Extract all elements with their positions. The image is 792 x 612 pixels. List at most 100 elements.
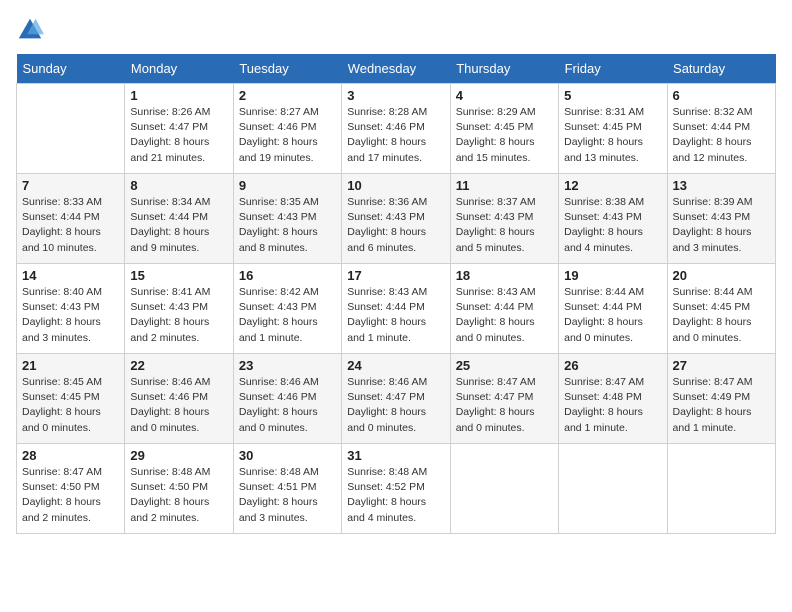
header-day: Friday: [559, 54, 667, 84]
logo-icon: [16, 16, 44, 44]
day-info: Sunrise: 8:48 AM Sunset: 4:52 PM Dayligh…: [347, 465, 444, 526]
day-number: 25: [456, 358, 553, 373]
day-info: Sunrise: 8:46 AM Sunset: 4:46 PM Dayligh…: [130, 375, 227, 436]
day-info: Sunrise: 8:27 AM Sunset: 4:46 PM Dayligh…: [239, 105, 336, 166]
day-info: Sunrise: 8:39 AM Sunset: 4:43 PM Dayligh…: [673, 195, 770, 256]
calendar-cell: 13 Sunrise: 8:39 AM Sunset: 4:43 PM Dayli…: [667, 174, 775, 264]
day-info: Sunrise: 8:46 AM Sunset: 4:47 PM Dayligh…: [347, 375, 444, 436]
calendar-cell: 29 Sunrise: 8:48 AM Sunset: 4:50 PM Dayli…: [125, 444, 233, 534]
day-info: Sunrise: 8:34 AM Sunset: 4:44 PM Dayligh…: [130, 195, 227, 256]
calendar-table: SundayMondayTuesdayWednesdayThursdayFrid…: [16, 54, 776, 534]
day-number: 17: [347, 268, 444, 283]
calendar-cell: 14 Sunrise: 8:40 AM Sunset: 4:43 PM Dayli…: [17, 264, 125, 354]
header-day: Wednesday: [342, 54, 450, 84]
calendar-cell: 2 Sunrise: 8:27 AM Sunset: 4:46 PM Daylig…: [233, 84, 341, 174]
calendar-cell: [667, 444, 775, 534]
calendar-week: 1 Sunrise: 8:26 AM Sunset: 4:47 PM Daylig…: [17, 84, 776, 174]
calendar-cell: 8Sunrise: 8:34 AM Sunset: 4:44 PM Daylig…: [125, 174, 233, 264]
calendar-cell: 6 Sunrise: 8:32 AM Sunset: 4:44 PM Daylig…: [667, 84, 775, 174]
day-info: Sunrise: 8:42 AM Sunset: 4:43 PM Dayligh…: [239, 285, 336, 346]
day-info: Sunrise: 8:36 AM Sunset: 4:43 PM Dayligh…: [347, 195, 444, 256]
calendar-cell: 15Sunrise: 8:41 AM Sunset: 4:43 PM Dayli…: [125, 264, 233, 354]
day-number: 24: [347, 358, 444, 373]
day-number: 10: [347, 178, 444, 193]
day-info: Sunrise: 8:47 AM Sunset: 4:50 PM Dayligh…: [22, 465, 119, 526]
calendar-cell: 5 Sunrise: 8:31 AM Sunset: 4:45 PM Daylig…: [559, 84, 667, 174]
day-info: Sunrise: 8:29 AM Sunset: 4:45 PM Dayligh…: [456, 105, 553, 166]
calendar-cell: 31 Sunrise: 8:48 AM Sunset: 4:52 PM Dayli…: [342, 444, 450, 534]
day-number: 16: [239, 268, 336, 283]
day-info: Sunrise: 8:48 AM Sunset: 4:51 PM Dayligh…: [239, 465, 336, 526]
calendar-cell: [450, 444, 558, 534]
calendar-cell: 18Sunrise: 8:43 AM Sunset: 4:44 PM Dayli…: [450, 264, 558, 354]
day-info: Sunrise: 8:37 AM Sunset: 4:43 PM Dayligh…: [456, 195, 553, 256]
day-number: 2: [239, 88, 336, 103]
day-number: 19: [564, 268, 661, 283]
day-info: Sunrise: 8:48 AM Sunset: 4:50 PM Dayligh…: [130, 465, 227, 526]
header-day: Monday: [125, 54, 233, 84]
day-number: 6: [673, 88, 770, 103]
header-day: Sunday: [17, 54, 125, 84]
day-info: Sunrise: 8:32 AM Sunset: 4:44 PM Dayligh…: [673, 105, 770, 166]
day-number: 13: [673, 178, 770, 193]
day-number: 15: [130, 268, 227, 283]
day-number: 11: [456, 178, 553, 193]
day-number: 31: [347, 448, 444, 463]
calendar-cell: 28Sunrise: 8:47 AM Sunset: 4:50 PM Dayli…: [17, 444, 125, 534]
day-info: Sunrise: 8:38 AM Sunset: 4:43 PM Dayligh…: [564, 195, 661, 256]
calendar-cell: 22 Sunrise: 8:46 AM Sunset: 4:46 PM Dayli…: [125, 354, 233, 444]
day-info: Sunrise: 8:28 AM Sunset: 4:46 PM Dayligh…: [347, 105, 444, 166]
day-number: 27: [673, 358, 770, 373]
day-number: 1: [130, 88, 227, 103]
day-info: Sunrise: 8:43 AM Sunset: 4:44 PM Dayligh…: [347, 285, 444, 346]
calendar-cell: 26 Sunrise: 8:47 AM Sunset: 4:48 PM Dayli…: [559, 354, 667, 444]
day-number: 21: [22, 358, 119, 373]
day-info: Sunrise: 8:33 AM Sunset: 4:44 PM Dayligh…: [22, 195, 119, 256]
day-number: 30: [239, 448, 336, 463]
calendar-week: 14 Sunrise: 8:40 AM Sunset: 4:43 PM Dayli…: [17, 264, 776, 354]
header-row: SundayMondayTuesdayWednesdayThursdayFrid…: [17, 54, 776, 84]
day-info: Sunrise: 8:47 AM Sunset: 4:49 PM Dayligh…: [673, 375, 770, 436]
day-number: 22: [130, 358, 227, 373]
calendar-cell: 23 Sunrise: 8:46 AM Sunset: 4:46 PM Dayli…: [233, 354, 341, 444]
calendar-cell: [559, 444, 667, 534]
day-info: Sunrise: 8:35 AM Sunset: 4:43 PM Dayligh…: [239, 195, 336, 256]
calendar-cell: 27 Sunrise: 8:47 AM Sunset: 4:49 PM Dayli…: [667, 354, 775, 444]
calendar-cell: 4Sunrise: 8:29 AM Sunset: 4:45 PM Daylig…: [450, 84, 558, 174]
day-info: Sunrise: 8:40 AM Sunset: 4:43 PM Dayligh…: [22, 285, 119, 346]
calendar-week: 7 Sunrise: 8:33 AM Sunset: 4:44 PM Daylig…: [17, 174, 776, 264]
day-number: 3: [347, 88, 444, 103]
day-number: 5: [564, 88, 661, 103]
day-info: Sunrise: 8:45 AM Sunset: 4:45 PM Dayligh…: [22, 375, 119, 436]
calendar-cell: 10 Sunrise: 8:36 AM Sunset: 4:43 PM Dayli…: [342, 174, 450, 264]
day-number: 12: [564, 178, 661, 193]
day-number: 14: [22, 268, 119, 283]
calendar-week: 28Sunrise: 8:47 AM Sunset: 4:50 PM Dayli…: [17, 444, 776, 534]
day-number: 18: [456, 268, 553, 283]
page-header: [16, 16, 776, 44]
day-number: 29: [130, 448, 227, 463]
calendar-cell: 16 Sunrise: 8:42 AM Sunset: 4:43 PM Dayli…: [233, 264, 341, 354]
calendar-cell: 1 Sunrise: 8:26 AM Sunset: 4:47 PM Daylig…: [125, 84, 233, 174]
day-info: Sunrise: 8:44 AM Sunset: 4:44 PM Dayligh…: [564, 285, 661, 346]
day-info: Sunrise: 8:46 AM Sunset: 4:46 PM Dayligh…: [239, 375, 336, 436]
day-info: Sunrise: 8:26 AM Sunset: 4:47 PM Dayligh…: [130, 105, 227, 166]
header-day: Tuesday: [233, 54, 341, 84]
calendar-cell: 3 Sunrise: 8:28 AM Sunset: 4:46 PM Daylig…: [342, 84, 450, 174]
calendar-cell: 7 Sunrise: 8:33 AM Sunset: 4:44 PM Daylig…: [17, 174, 125, 264]
day-number: 7: [22, 178, 119, 193]
header-day: Thursday: [450, 54, 558, 84]
logo: [16, 16, 48, 44]
day-info: Sunrise: 8:44 AM Sunset: 4:45 PM Dayligh…: [673, 285, 770, 346]
calendar-cell: [17, 84, 125, 174]
calendar-cell: 30 Sunrise: 8:48 AM Sunset: 4:51 PM Dayli…: [233, 444, 341, 534]
day-info: Sunrise: 8:31 AM Sunset: 4:45 PM Dayligh…: [564, 105, 661, 166]
day-number: 26: [564, 358, 661, 373]
calendar-cell: 20Sunrise: 8:44 AM Sunset: 4:45 PM Dayli…: [667, 264, 775, 354]
calendar-cell: 19 Sunrise: 8:44 AM Sunset: 4:44 PM Dayli…: [559, 264, 667, 354]
calendar-cell: 9Sunrise: 8:35 AM Sunset: 4:43 PM Daylig…: [233, 174, 341, 264]
day-info: Sunrise: 8:47 AM Sunset: 4:48 PM Dayligh…: [564, 375, 661, 436]
calendar-cell: 24 Sunrise: 8:46 AM Sunset: 4:47 PM Dayli…: [342, 354, 450, 444]
calendar-week: 21 Sunrise: 8:45 AM Sunset: 4:45 PM Dayli…: [17, 354, 776, 444]
day-number: 23: [239, 358, 336, 373]
